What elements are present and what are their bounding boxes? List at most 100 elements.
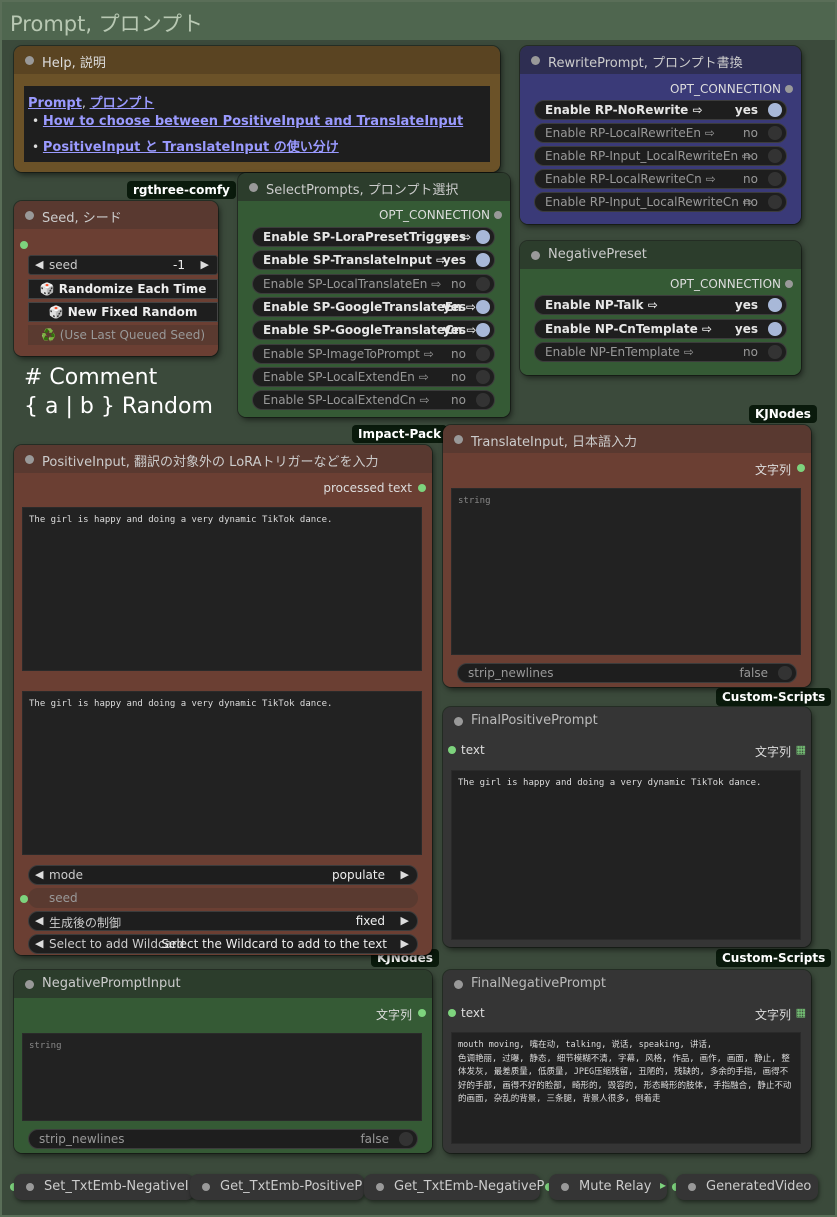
randomize-each-time-button[interactable]: 🎲 Randomize Each Time bbox=[28, 279, 218, 299]
positive-text-input[interactable]: The girl is happy and doing a very dynam… bbox=[22, 507, 422, 671]
negative-prompt-input-node[interactable]: NegativePromptInput 文字列 string strip_new… bbox=[14, 970, 432, 1153]
get-txtemb-negative-node[interactable]: Get_TxtEmb-NegativeP bbox=[364, 1174, 544, 1200]
strip-value: false bbox=[360, 1132, 389, 1146]
seed-label: seed bbox=[49, 891, 78, 905]
output-slot-dot[interactable] bbox=[785, 280, 793, 288]
final-negative-text[interactable]: mouth moving, 嘴在动, talking, 说话, speaking… bbox=[451, 1032, 801, 1144]
help-link-usage[interactable]: PositiveInput と TranslateInput の使い分け bbox=[43, 140, 339, 155]
rewrite-prompt-body: OPT_CONNECTION Enable RP-NoRewrite ⇨ yes E… bbox=[520, 74, 801, 224]
left-arrow-icon[interactable]: ◀ bbox=[35, 914, 43, 927]
toggle-label: Enable SP-LocalExtendEn ⇨ bbox=[263, 369, 429, 384]
output-slot-dot[interactable] bbox=[785, 85, 793, 93]
comment-note[interactable]: # Comment { a | b } Random bbox=[24, 364, 213, 421]
grid-output-icon[interactable]: ▦ bbox=[796, 1006, 806, 1019]
negative-text-input[interactable]: string bbox=[22, 1033, 422, 1121]
toggle-value: no bbox=[743, 195, 758, 209]
new-fixed-random-button[interactable]: 🎲 New Fixed Random bbox=[28, 302, 218, 322]
wildcard-combo[interactable]: ◀ Select to add Wildcard Select the Wild… bbox=[28, 934, 418, 954]
negpreset-toggle-1[interactable]: Enable NP-CnTemplate ⇨ yes bbox=[534, 318, 787, 339]
text-input-slot[interactable] bbox=[448, 746, 456, 754]
translate-text-input[interactable]: string bbox=[451, 488, 801, 655]
rewrite-toggle-1[interactable]: Enable RP-LocalRewriteEn ⇨ no bbox=[534, 123, 787, 143]
get-txtemb-positive-node[interactable]: Get_TxtEmb-PositiveP bbox=[190, 1174, 364, 1200]
increment-arrow-icon[interactable]: ▶ bbox=[201, 258, 209, 271]
help-link-prompt-jp[interactable]: プロンプト bbox=[90, 96, 155, 111]
rewrite-prompt-title[interactable]: RewritePrompt, プロンプト書換 bbox=[520, 46, 801, 74]
translate-strip-newlines-toggle[interactable]: strip_newlines false bbox=[457, 663, 797, 683]
seed-input-widget[interactable]: seed bbox=[28, 888, 418, 908]
negative-preset-node[interactable]: NegativePreset OPT_CONNECTION Enable NP-… bbox=[520, 241, 801, 375]
final-negative-prompt-node[interactable]: FinalNegativePrompt text 文字列 ▦ mouth mov… bbox=[443, 970, 811, 1153]
select-prompts-title[interactable]: SelectPrompts, プロンプト選択 bbox=[238, 173, 510, 201]
rewrite-toggle-0[interactable]: Enable RP-NoRewrite ⇨ yes bbox=[534, 100, 787, 120]
select-toggle-6[interactable]: Enable SP-LocalExtendEn ⇨ no bbox=[252, 366, 495, 387]
rewrite-toggle-4[interactable]: Enable RP-Input_LocalRewriteCn ⇨ no bbox=[534, 192, 787, 212]
positive-text-preview[interactable]: The girl is happy and doing a very dynam… bbox=[22, 691, 422, 855]
right-arrow-icon[interactable]: ▶ bbox=[401, 937, 409, 950]
negative-input-output-slot[interactable] bbox=[418, 1009, 426, 1017]
output-slot-dot[interactable] bbox=[494, 211, 502, 219]
select-prompts-body: OPT_CONNECTION Enable SP-LoraPresetTrigg… bbox=[238, 201, 510, 417]
mute-relay-node[interactable]: Mute Relay bbox=[549, 1174, 667, 1200]
right-arrow-icon[interactable]: ▶ bbox=[401, 914, 409, 927]
select-toggle-1[interactable]: Enable SP-TranslateInput ⇨ yes bbox=[252, 250, 495, 271]
negpreset-opt-connection: OPT_CONNECTION bbox=[670, 277, 793, 291]
help-link-prompt[interactable]: Prompt bbox=[28, 96, 82, 111]
help-node-title[interactable]: Help, 説明 bbox=[14, 46, 500, 74]
seed-input-slot[interactable] bbox=[20, 895, 28, 903]
negative-preset-title[interactable]: NegativePreset bbox=[520, 241, 801, 269]
negative-prompt-input-title[interactable]: NegativePromptInput bbox=[14, 970, 432, 998]
rewrite-prompt-node[interactable]: RewritePrompt, プロンプト書換 OPT_CONNECTION En… bbox=[520, 46, 801, 224]
select-toggle-3[interactable]: Enable SP-GoogleTranslateEn ⇨ yes bbox=[252, 296, 495, 317]
seed-label: seed bbox=[49, 258, 78, 272]
seed-node[interactable]: Seed, シード ◀ seed -1 ▶ 🎲 Randomize Each T… bbox=[14, 201, 218, 356]
positive-input-title[interactable]: PositiveInput, 翻訳の対象外の LoRAトリガーなどを入力 bbox=[14, 445, 432, 473]
seed-node-title[interactable]: Seed, シード bbox=[14, 201, 218, 229]
text-input-slot[interactable] bbox=[448, 1009, 456, 1017]
select-toggle-7[interactable]: Enable SP-LocalExtendCn ⇨ no bbox=[252, 390, 495, 411]
seed-value-widget[interactable]: ◀ seed -1 ▶ bbox=[28, 255, 218, 275]
negpreset-toggle-2[interactable]: Enable NP-EnTemplate ⇨ no bbox=[534, 342, 787, 362]
seed-input-slot[interactable] bbox=[20, 241, 28, 249]
control-after-generate-combo[interactable]: ◀ 生成後の制御 fixed ▶ bbox=[28, 911, 418, 931]
use-last-queued-seed-button[interactable]: ♻️ (Use Last Queued Seed) bbox=[28, 325, 218, 345]
strip-value: false bbox=[739, 666, 768, 680]
generated-video-node[interactable]: GeneratedVideo bbox=[676, 1174, 818, 1200]
left-arrow-icon[interactable]: ◀ bbox=[35, 868, 43, 881]
select-prompts-node[interactable]: SelectPrompts, プロンプト選択 OPT_CONNECTION En… bbox=[238, 173, 510, 417]
grid-output-icon[interactable]: ▦ bbox=[796, 743, 806, 756]
toggle-value: no bbox=[451, 346, 466, 361]
translate-input-node[interactable]: TranslateInput, 日本語入力 文字列 string strip_n… bbox=[443, 425, 811, 687]
select-toggle-0[interactable]: Enable SP-LoraPresetTrigger ⇨ yes bbox=[252, 227, 495, 247]
toggle-value: no bbox=[451, 276, 466, 291]
rewrite-toggle-2[interactable]: Enable RP-Input_LocalRewriteEn ⇨ no bbox=[534, 146, 787, 166]
negative-prompt-input-body: 文字列 string strip_newlines false bbox=[14, 998, 432, 1153]
final-negative-title[interactable]: FinalNegativePrompt bbox=[443, 970, 811, 998]
final-negative-output-label: 文字列 bbox=[754, 1008, 791, 1022]
help-link-choose[interactable]: How to choose between PositiveInput and … bbox=[43, 114, 463, 129]
select-toggle-4[interactable]: Enable SP-GoogleTranslateCn ⇨ yes bbox=[252, 320, 495, 341]
mode-combo[interactable]: ◀ mode populate ▶ bbox=[28, 865, 418, 885]
final-positive-output-label: 文字列 bbox=[754, 745, 791, 759]
negpreset-toggle-0[interactable]: Enable NP-Talk ⇨ yes bbox=[534, 295, 787, 315]
help-node[interactable]: Help, 説明 Prompt, プロンプト • How to choose b… bbox=[14, 46, 500, 172]
group-title[interactable]: Prompt, プロンプト bbox=[2, 2, 835, 40]
processed-text-output-slot[interactable] bbox=[418, 484, 426, 492]
final-positive-text[interactable]: The girl is happy and doing a very dynam… bbox=[451, 770, 801, 940]
translate-output-slot[interactable] bbox=[797, 464, 805, 472]
select-toggle-5[interactable]: Enable SP-ImageToPrompt ⇨ no bbox=[252, 343, 495, 364]
select-toggle-2[interactable]: Enable SP-LocalTranslateEn ⇨ no bbox=[252, 273, 495, 294]
negative-strip-newlines-toggle[interactable]: strip_newlines false bbox=[28, 1129, 418, 1149]
set-txtemb-negative-node[interactable]: Set_TxtEmb-NegativeI bbox=[14, 1174, 194, 1200]
toggle-value: yes bbox=[442, 253, 466, 268]
final-positive-prompt-node[interactable]: FinalPositivePrompt text 文字列 ▦ The girl … bbox=[443, 707, 811, 947]
decrement-arrow-icon[interactable]: ◀ bbox=[35, 258, 43, 271]
left-arrow-icon[interactable]: ◀ bbox=[35, 937, 43, 950]
final-positive-title[interactable]: FinalPositivePrompt bbox=[443, 707, 811, 735]
opt-label: OPT_CONNECTION bbox=[669, 277, 781, 291]
translate-input-title[interactable]: TranslateInput, 日本語入力 bbox=[443, 425, 811, 453]
rewrite-toggle-3[interactable]: Enable RP-LocalRewriteCn ⇨ no bbox=[534, 169, 787, 189]
right-arrow-icon[interactable]: ▶ bbox=[401, 868, 409, 881]
positive-input-node[interactable]: PositiveInput, 翻訳の対象外の LoRAトリガーなどを入力 pro… bbox=[14, 445, 432, 955]
text-input-label: text bbox=[461, 1006, 485, 1020]
